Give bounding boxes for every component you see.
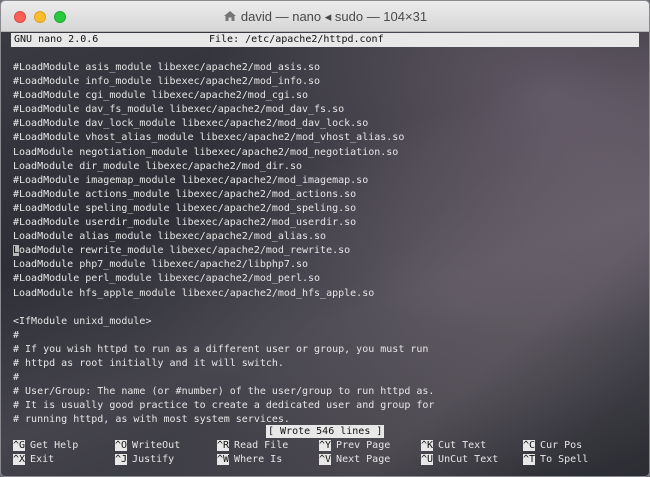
editor-line[interactable]: # If you wish httpd to run as a differen…: [13, 343, 434, 357]
editor-line[interactable]: LoadModule rewrite_module libexec/apache…: [13, 244, 434, 258]
shortcut-label: Cur Pos: [540, 440, 583, 451]
home-folder-icon: [223, 10, 237, 22]
shortcut-key: ^W: [217, 454, 230, 465]
shortcut-bar: ^G Get Help ^O WriteOut ^R Read File ^Y Prev Pa…: [13, 439, 643, 467]
terminal-window: david — nano ◂ sudo — 104×31 GNU nano 2.…: [0, 0, 650, 477]
shortcut-key: ^O: [115, 440, 128, 451]
shortcut-item[interactable]: ^U UnCut Text: [421, 453, 498, 467]
editor-line[interactable]: #: [13, 329, 434, 343]
shortcut-label: Next Page: [336, 454, 391, 465]
shortcut-label: WriteOut: [132, 440, 181, 451]
editor-line[interactable]: #LoadModule dav_fs_module libexec/apache…: [13, 103, 434, 117]
editor-line[interactable]: <IfModule unixd_module>: [13, 315, 434, 329]
editor-line[interactable]: #: [13, 371, 434, 385]
shortcut-item[interactable]: ^C Cur Pos: [523, 439, 582, 453]
editor-line[interactable]: #LoadModule imagemap_module libexec/apac…: [13, 174, 434, 188]
editor-line[interactable]: # User/Group: The name (or #number) of t…: [13, 385, 434, 399]
shortcut-item[interactable]: ^R Read File: [217, 439, 288, 453]
editor-line[interactable]: [13, 301, 434, 315]
editor-line[interactable]: LoadModule dir_module libexec/apache2/mo…: [13, 160, 434, 174]
shortcut-key: ^V: [319, 454, 332, 465]
editor-line[interactable]: #LoadModule asis_module libexec/apache2/…: [13, 61, 434, 75]
shortcut-key: ^C: [523, 440, 536, 451]
shortcut-label: Justify: [132, 454, 175, 465]
terminal-content[interactable]: GNU nano 2.0.6 File: /etc/apache2/httpd.…: [1, 32, 649, 476]
shortcut-item[interactable]: ^V Next Page: [319, 453, 390, 467]
shortcut-key: ^X: [13, 454, 26, 465]
shortcut-item[interactable]: ^T To Spell: [523, 453, 588, 467]
nano-version: GNU nano 2.0.6: [14, 34, 99, 45]
editor-line[interactable]: LoadModule negotiation_module libexec/ap…: [13, 146, 434, 160]
shortcut-label: Read File: [234, 440, 289, 451]
editor-line[interactable]: #LoadModule actions_module libexec/apach…: [13, 188, 434, 202]
shortcut-label: Cut Text: [438, 440, 487, 451]
editor-line[interactable]: LoadModule alias_module libexec/apache2/…: [13, 230, 434, 244]
window-title-text: david — nano ◂ sudo — 104×31: [240, 9, 428, 24]
shortcut-label: Prev Page: [336, 440, 391, 451]
shortcut-key: ^Y: [319, 440, 332, 451]
editor-line[interactable]: # httpd as root initially and it will sw…: [13, 357, 434, 371]
shortcut-key: ^R: [217, 440, 230, 451]
editor-line-rest: oadModule rewrite_module libexec/apache2…: [19, 245, 351, 257]
editor-line[interactable]: LoadModule php7_module libexec/apache2/l…: [13, 258, 434, 272]
shortcut-item[interactable]: ^W Where Is: [217, 453, 282, 467]
editor-text-area[interactable]: #LoadModule asis_module libexec/apache2/…: [13, 61, 434, 427]
shortcut-item[interactable]: ^G Get Help: [13, 439, 78, 453]
shortcut-key: ^G: [13, 440, 26, 451]
shortcut-item[interactable]: ^X Exit: [13, 453, 54, 467]
shortcut-key: ^U: [421, 454, 434, 465]
shortcut-key: ^T: [523, 454, 536, 465]
editor-line[interactable]: #LoadModule speling_module libexec/apach…: [13, 202, 434, 216]
shortcut-label: To Spell: [540, 454, 589, 465]
editor-line[interactable]: #LoadModule dav_lock_module libexec/apac…: [13, 117, 434, 131]
window-title: david — nano ◂ sudo — 104×31: [1, 9, 649, 25]
editor-line[interactable]: #LoadModule perl_module libexec/apache2/…: [13, 272, 434, 286]
editor-line[interactable]: #LoadModule vhost_alias_module libexec/a…: [13, 131, 434, 145]
editor-line[interactable]: # It is usually good practice to create …: [13, 399, 434, 413]
shortcut-item[interactable]: ^Y Prev Page: [319, 439, 390, 453]
editor-line[interactable]: #LoadModule userdir_module libexec/apach…: [13, 216, 434, 230]
shortcut-item[interactable]: ^K Cut Text: [421, 439, 486, 453]
shortcut-key: ^J: [115, 454, 128, 465]
editor-line[interactable]: #LoadModule info_module libexec/apache2/…: [13, 75, 434, 89]
status-message: [ Wrote 546 lines ]: [266, 425, 385, 438]
shortcut-label: Exit: [30, 454, 55, 465]
shortcut-label: Where Is: [234, 454, 283, 465]
editor-line[interactable]: #LoadModule cgi_module libexec/apache2/m…: [13, 89, 434, 103]
shortcut-label: UnCut Text: [438, 454, 499, 465]
shortcut-item[interactable]: ^O WriteOut: [115, 439, 180, 453]
shortcut-item[interactable]: ^J Justify: [115, 453, 174, 467]
nano-file-label: File: /etc/apache2/httpd.conf: [209, 34, 384, 45]
editor-line[interactable]: LoadModule hfs_apple_module libexec/apac…: [13, 287, 434, 301]
shortcut-label: Get Help: [30, 440, 79, 451]
shortcut-key: ^K: [421, 440, 434, 451]
nano-header-bar: GNU nano 2.0.6 File: /etc/apache2/httpd.…: [11, 33, 639, 47]
title-bar[interactable]: david — nano ◂ sudo — 104×31: [1, 1, 649, 32]
